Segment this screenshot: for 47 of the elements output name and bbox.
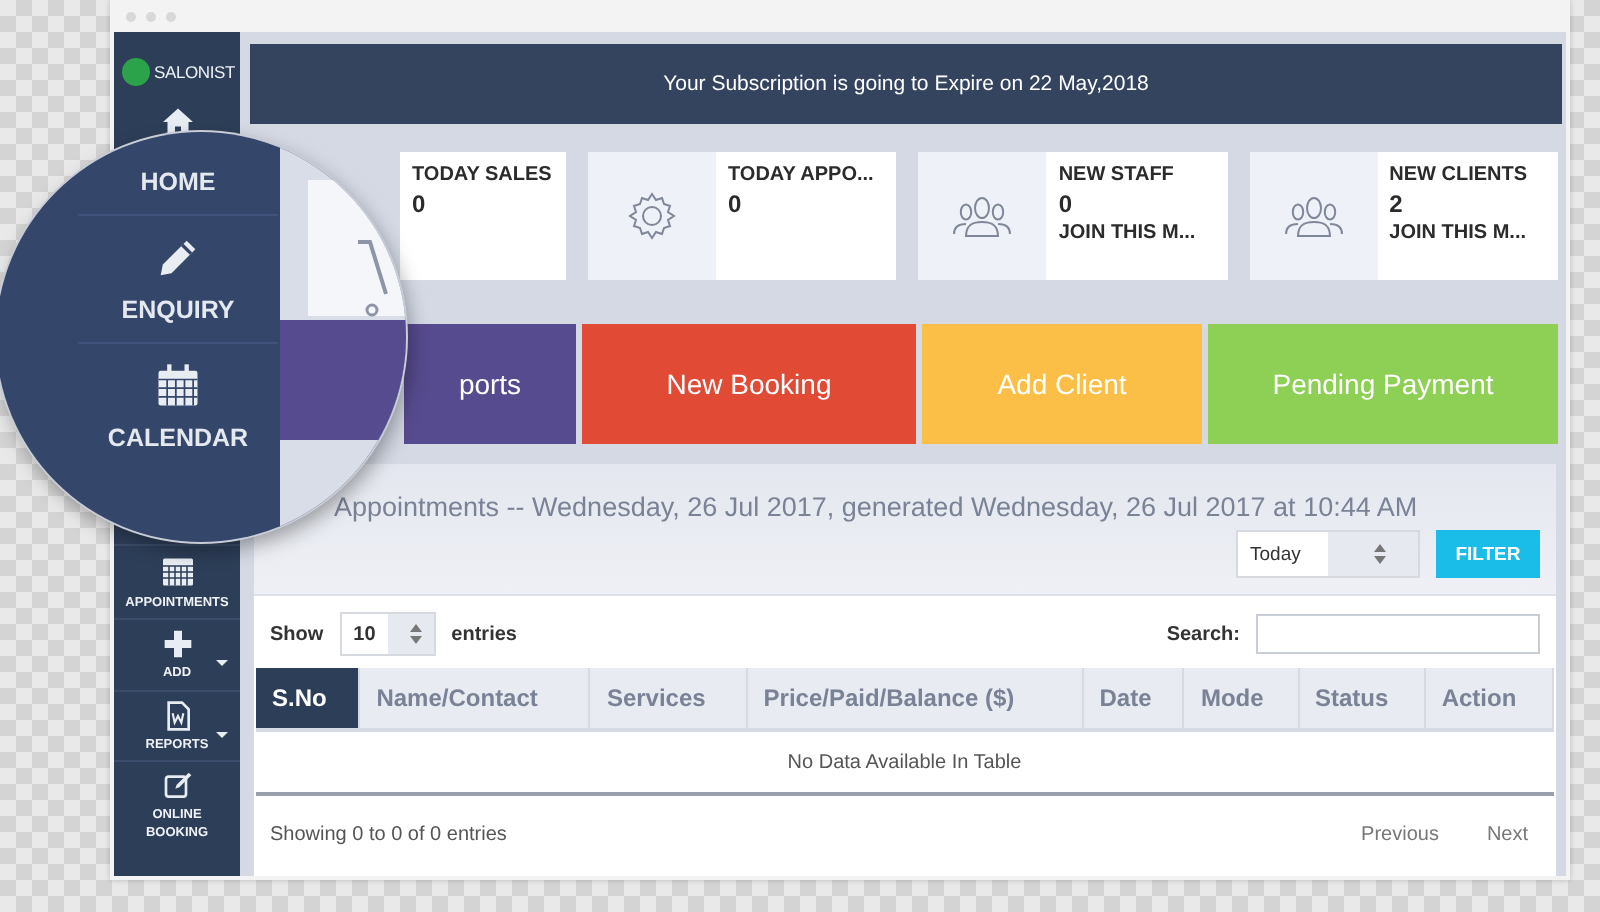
edit-icon (161, 770, 193, 803)
page-size-select[interactable]: 10 (339, 612, 436, 656)
column-header[interactable]: Name/Contact (359, 668, 590, 730)
table-info: Showing 0 to 0 of 0 entries (270, 824, 507, 846)
stat-value: 0 (1058, 190, 1075, 218)
word-document-icon (161, 699, 193, 732)
gear-icon (626, 190, 678, 242)
search-field[interactable] (1256, 614, 1540, 654)
nav-item[interactable]: ENQUIRY (121, 232, 235, 324)
stat-note: JOIN THIS M... (1389, 222, 1528, 244)
sort-arrows-icon (1373, 544, 1385, 564)
column-header[interactable]: S.No (256, 668, 360, 730)
stat-note: JOIN THIS M... (1058, 222, 1196, 244)
pagination-link[interactable]: Next (1486, 824, 1528, 846)
pagination-link[interactable]: Previous (1361, 824, 1439, 846)
sort-arrows-icon (410, 624, 423, 644)
entries-label: entries (451, 623, 517, 645)
panel-title: Appointments -- Wednesday, 26 Jul 2017, generated Wednesday, 26 Jul 2017 at 10:44 AM (334, 492, 1420, 522)
empty-message: No Data Available In Table (256, 730, 1553, 794)
column-header[interactable]: Status (1298, 668, 1425, 730)
column-header[interactable]: Action (1424, 668, 1553, 730)
column-header[interactable]: Mode (1183, 668, 1298, 730)
people-icon (952, 194, 1013, 238)
people-icon (1283, 194, 1344, 238)
stat-title: TODAY SALES (412, 164, 552, 186)
action-button[interactable]: New Booking (582, 324, 916, 444)
nav-item[interactable]: HOME (140, 168, 216, 196)
stat-value: 0 (728, 190, 744, 218)
stat-title: NEW CLIENTS (1389, 164, 1528, 186)
show-label: Show (270, 623, 324, 645)
stat-value: 0 (412, 190, 428, 218)
column-header[interactable]: Price/Paid/Balance ($) (746, 668, 1083, 730)
column-header[interactable]: Date (1082, 668, 1184, 730)
subscription-message: Your Subscription is going to Expire on 22 May,2018 (663, 72, 1149, 96)
column-header[interactable]: Services (589, 668, 747, 730)
stat-title: NEW STAFF (1058, 164, 1176, 186)
calendar-grid-icon (159, 554, 195, 590)
logo-mark (122, 58, 150, 86)
plus-icon (161, 628, 193, 661)
stat-title: TODAY APPO... (728, 164, 874, 186)
action-button[interactable]: ports (404, 324, 576, 444)
range-select[interactable]: Today (1236, 530, 1420, 578)
stat-value: 2 (1389, 190, 1405, 218)
search-label: Search: (1166, 623, 1240, 645)
logo-text: SALONIST (154, 63, 235, 81)
window-dots-icon (126, 11, 176, 21)
nav-item[interactable]: CALENDAR (107, 360, 249, 452)
